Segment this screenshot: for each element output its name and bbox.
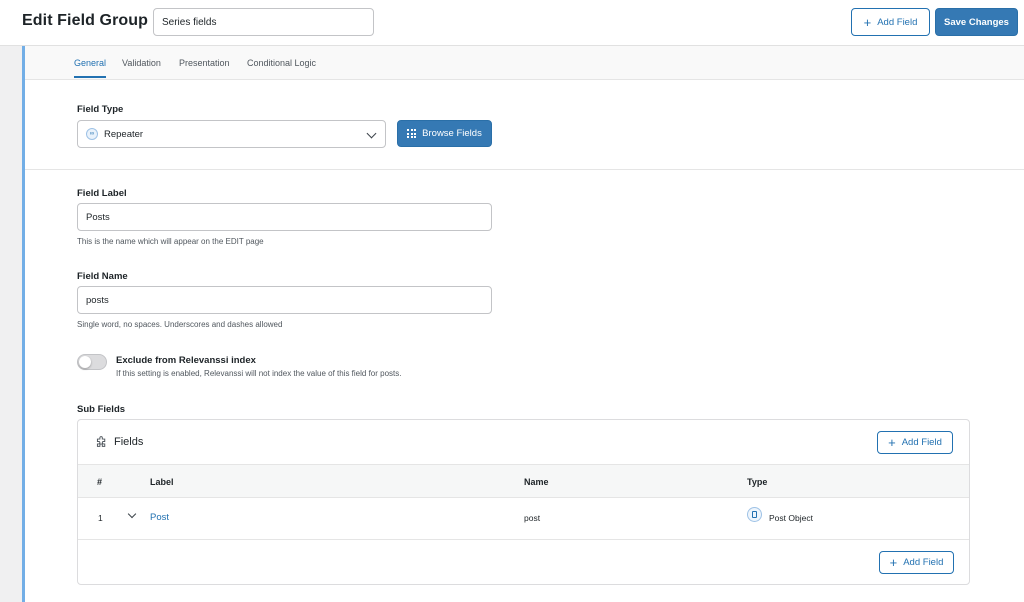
plus-icon: + xyxy=(888,435,896,450)
relevanssi-help: If this setting is enabled, Relevanssi w… xyxy=(116,369,402,378)
sub-add-field-bottom-label: Add Field xyxy=(903,557,944,568)
browse-fields-label: Browse Fields xyxy=(422,128,482,139)
puzzle-icon xyxy=(96,436,106,447)
field-label-input[interactable]: Posts xyxy=(77,203,492,231)
chevron-down-icon[interactable] xyxy=(127,509,137,519)
add-field-label: Add Field xyxy=(877,16,918,28)
column-number: # xyxy=(97,477,103,487)
grid-icon xyxy=(407,129,417,138)
field-type-select[interactable]: ∞ Repeater xyxy=(77,120,386,148)
field-type-label: Field Type xyxy=(77,104,124,115)
column-label: Label xyxy=(150,477,174,487)
sub-add-field-bottom-button[interactable]: + Add Field xyxy=(879,551,954,574)
sub-fields-header: Fields + Add Field xyxy=(78,420,969,465)
field-name-input[interactable]: posts xyxy=(77,286,492,314)
relevanssi-label: Exclude from Relevanssi index xyxy=(116,355,256,366)
field-type-value: Repeater xyxy=(104,128,144,140)
field-settings-panel: General Validation Presentation Conditio… xyxy=(22,46,1024,602)
column-type: Type xyxy=(747,477,768,487)
sub-fields-box: Fields + Add Field # Label Name Type 1 P… xyxy=(77,419,970,585)
relevanssi-toggle[interactable] xyxy=(77,354,107,370)
section-divider xyxy=(25,169,1024,170)
tab-general[interactable]: General xyxy=(74,58,107,78)
row-type: Post Object xyxy=(769,513,813,523)
row-number: 1 xyxy=(98,513,103,523)
page-title: Edit Field Group xyxy=(22,12,149,29)
plus-icon: + xyxy=(889,555,898,570)
field-label-help: This is the name which will appear on th… xyxy=(77,237,264,246)
repeater-icon: ∞ xyxy=(86,128,98,140)
sub-fields-table-header: # Label Name Type xyxy=(78,465,969,498)
top-bar: Edit Field Group + Add Field Save Change… xyxy=(0,0,1024,46)
tab-conditional-logic[interactable]: Conditional Logic xyxy=(247,58,316,68)
row-label-link[interactable]: Post xyxy=(150,512,169,523)
tab-presentation[interactable]: Presentation xyxy=(179,58,230,68)
field-name-help: Single word, no spaces. Underscores and … xyxy=(77,320,283,329)
field-group-title-input[interactable] xyxy=(153,8,374,36)
save-changes-button[interactable]: Save Changes xyxy=(935,8,1018,36)
save-changes-label: Save Changes xyxy=(944,16,1009,28)
field-name-heading: Field Name xyxy=(77,271,128,282)
field-label-heading: Field Label xyxy=(77,188,127,199)
table-row[interactable]: 1 Post post Post Object xyxy=(78,498,969,540)
tab-validation[interactable]: Validation xyxy=(122,58,161,68)
column-name: Name xyxy=(524,477,549,487)
sub-add-field-top-button[interactable]: + Add Field xyxy=(877,431,953,454)
add-field-button[interactable]: + Add Field xyxy=(851,8,930,36)
post-object-icon xyxy=(747,507,762,522)
settings-tabs: General Validation Presentation Conditio… xyxy=(25,46,1024,80)
plus-icon: + xyxy=(863,14,872,30)
sub-add-field-top-label: Add Field xyxy=(901,437,942,448)
sub-fields-label: Sub Fields xyxy=(77,404,126,415)
sub-fields-title: Fields xyxy=(114,436,144,448)
browse-fields-button[interactable]: Browse Fields xyxy=(397,120,492,147)
chevron-down-icon xyxy=(366,128,377,139)
row-name: post xyxy=(524,513,541,523)
